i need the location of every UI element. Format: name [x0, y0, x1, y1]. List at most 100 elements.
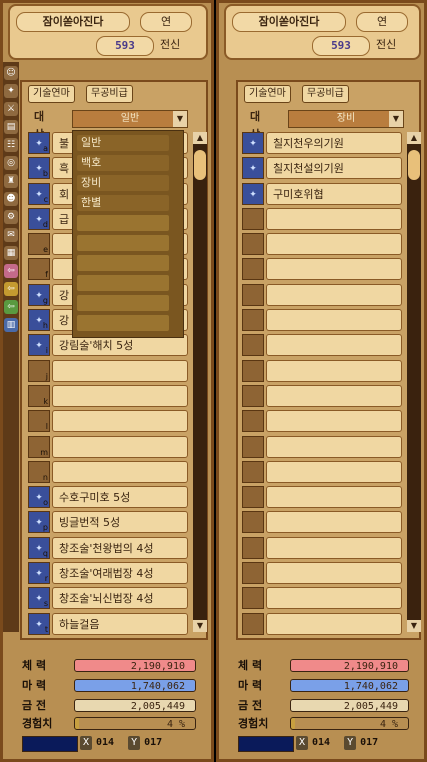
empty-slot-icon[interactable]: e	[28, 233, 50, 256]
empty-slot-icon[interactable]	[242, 460, 264, 483]
martial-tab-button[interactable]: 무공비급	[302, 85, 349, 103]
scroll-down-icon[interactable]: ▼	[407, 620, 421, 632]
skill-row[interactable]: ✦ 칠지천우의기원	[242, 132, 402, 156]
skills-tab-button[interactable]: 기술연마	[244, 85, 291, 103]
skill-row[interactable]	[242, 283, 402, 308]
skill-icon[interactable]: ✦ r	[28, 562, 50, 585]
empty-slot-icon[interactable]	[242, 258, 264, 281]
skill-icon[interactable]: ✦ i	[28, 334, 50, 357]
right-scrollbar[interactable]: ▲ ▼	[407, 132, 421, 632]
empty-slot-icon[interactable]	[242, 359, 264, 382]
skill-row[interactable]: ✦ q 창조술'천왕법의 4성	[28, 536, 188, 561]
character-tab[interactable]: 연	[356, 12, 408, 32]
skill-row[interactable]	[242, 233, 402, 257]
character-tab[interactable]: 연	[140, 12, 192, 32]
skills-tab-icon[interactable]: ✦	[4, 84, 18, 98]
skill-row[interactable]	[242, 435, 402, 460]
empty-slot-icon[interactable]: m	[28, 435, 50, 458]
arrow-left-yellow-icon[interactable]: ⇦	[4, 282, 18, 296]
skill-icon[interactable]: ✦ t	[28, 612, 50, 635]
dropdown-empty-option[interactable]	[77, 295, 169, 311]
skill-row[interactable]	[242, 207, 402, 232]
scroll-thumb[interactable]	[408, 150, 420, 180]
dropdown-option[interactable]: 한별	[77, 195, 169, 211]
skill-row[interactable]	[242, 587, 402, 611]
empty-slot-icon[interactable]	[242, 536, 264, 559]
mail-tab-icon[interactable]: ✉	[4, 228, 18, 242]
skill-row[interactable]: ✦ 칠지천설의기원	[242, 157, 402, 181]
empty-slot-icon[interactable]	[242, 612, 264, 635]
empty-slot-icon[interactable]	[242, 309, 264, 332]
skill-row[interactable]: ✦ t 하늘걸음	[28, 612, 188, 637]
skill-icon[interactable]: ✦ c	[28, 182, 50, 205]
empty-slot-icon[interactable]	[242, 562, 264, 585]
minimap[interactable]	[238, 736, 294, 752]
dropdown-empty-option[interactable]	[77, 215, 169, 231]
skill-row[interactable]: k	[28, 384, 188, 409]
skill-row[interactable]	[242, 536, 402, 561]
skill-row[interactable]: ✦ 구미호위협	[242, 182, 402, 207]
dropdown-option[interactable]: 일반	[77, 135, 169, 151]
left-scrollbar[interactable]: ▲ ▼	[193, 132, 207, 632]
skill-icon[interactable]: ✦ a	[28, 132, 50, 154]
dropdown-empty-option[interactable]	[77, 235, 169, 251]
empty-slot-icon[interactable]: l	[28, 410, 50, 433]
character-tab-icon[interactable]: ☺	[4, 66, 18, 80]
empty-slot-icon[interactable]	[242, 233, 264, 256]
skill-icon[interactable]: ✦ o	[28, 486, 50, 509]
guild-tab-icon[interactable]: ♜	[4, 174, 18, 188]
friends-tab-icon[interactable]: ☻	[4, 192, 18, 206]
skill-row[interactable]: l	[28, 410, 188, 434]
skill-row[interactable]: m	[28, 435, 188, 460]
skill-row[interactable]	[242, 460, 402, 485]
chevron-down-icon[interactable]: ▼	[389, 111, 403, 127]
empty-slot-icon[interactable]	[242, 334, 264, 357]
empty-slot-icon[interactable]	[242, 283, 264, 306]
skill-icon[interactable]: ✦ p	[28, 511, 50, 534]
skill-row[interactable]	[242, 562, 402, 586]
skill-row[interactable]	[242, 410, 402, 434]
skill-row[interactable]	[242, 309, 402, 333]
skill-icon[interactable]: ✦	[242, 182, 264, 205]
skill-icon[interactable]: ✦ b	[28, 157, 50, 180]
empty-slot-icon[interactable]	[242, 587, 264, 610]
skill-row[interactable]	[242, 486, 402, 510]
empty-slot-icon[interactable]	[242, 511, 264, 534]
empty-slot-icon[interactable]	[242, 410, 264, 433]
empty-slot-icon[interactable]	[242, 435, 264, 458]
empty-slot-icon[interactable]	[242, 384, 264, 407]
empty-slot-icon[interactable]	[242, 207, 264, 230]
target-select[interactable]: 일반 ▼	[72, 110, 188, 128]
target-select[interactable]: 장비 ▼	[288, 110, 404, 128]
dropdown-option[interactable]: 백호	[77, 155, 169, 171]
equipment-tab-icon[interactable]: ⚔	[4, 102, 18, 116]
dropdown-empty-option[interactable]	[77, 255, 169, 271]
skill-row[interactable]: j	[28, 359, 188, 384]
skill-icon[interactable]: ✦	[242, 157, 264, 180]
settings-tab-icon[interactable]: ⚙	[4, 210, 18, 224]
inventory-tab-icon[interactable]: ▤	[4, 120, 18, 134]
dropdown-empty-option[interactable]	[77, 275, 169, 291]
scroll-up-icon[interactable]: ▲	[407, 132, 421, 144]
skill-icon[interactable]: ✦ h	[28, 309, 50, 332]
group-tab-icon[interactable]: ☷	[4, 138, 18, 152]
skill-row[interactable]: ✦ p 빙글번적 5성	[28, 511, 188, 535]
scroll-down-icon[interactable]: ▼	[193, 620, 207, 632]
dropdown-empty-option[interactable]	[77, 315, 169, 331]
skill-icon[interactable]: ✦ q	[28, 536, 50, 559]
dropdown-option[interactable]: 장비	[77, 175, 169, 191]
empty-slot-icon[interactable]	[242, 486, 264, 509]
skill-icon[interactable]: ✦ s	[28, 587, 50, 610]
skill-row[interactable]	[242, 511, 402, 535]
map-tab-icon[interactable]: ◎	[4, 156, 18, 170]
skill-row[interactable]	[242, 334, 402, 358]
skill-row[interactable]: ✦ r 창조술'여래법장 4성	[28, 562, 188, 586]
skill-icon[interactable]: ✦ d	[28, 207, 50, 230]
arrow-left-green-icon[interactable]: ⇦	[4, 300, 18, 314]
options-tab-icon[interactable]: ▦	[4, 246, 18, 260]
scroll-thumb[interactable]	[194, 150, 206, 180]
empty-slot-icon[interactable]: j	[28, 359, 50, 382]
book-icon[interactable]: ▥	[4, 318, 18, 332]
skill-row[interactable]	[242, 258, 402, 282]
chevron-down-icon[interactable]: ▼	[173, 111, 187, 127]
